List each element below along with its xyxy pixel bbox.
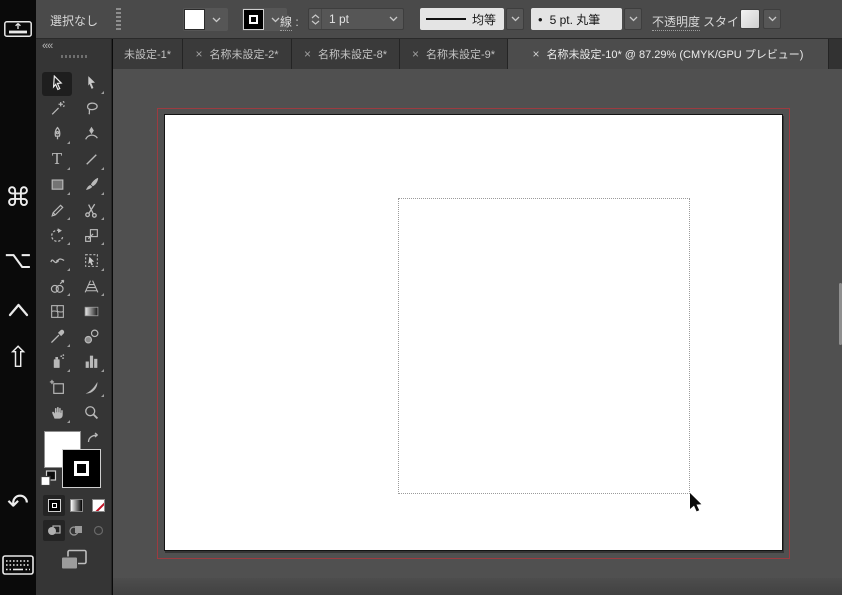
tab-label: 名称未設定-8*: [317, 49, 388, 61]
paint-color-button[interactable]: [43, 495, 65, 516]
tab-untitled-9[interactable]: × 名称未設定-9*: [400, 39, 508, 69]
tab-untitled-10-active[interactable]: × 名称未設定-10* @ 87.29% (CMYK/GPU プレビュー): [508, 39, 829, 69]
screen-mode-button[interactable]: [60, 549, 88, 576]
eject-key-icon[interactable]: [4, 21, 32, 42]
tab-untitled-8[interactable]: × 名称未設定-8*: [292, 39, 400, 69]
style-swatch[interactable]: [740, 9, 760, 29]
tool-lasso[interactable]: [76, 97, 106, 121]
stroke-swatch[interactable]: [243, 9, 264, 30]
tool-type[interactable]: T: [42, 148, 72, 172]
tool-curvature[interactable]: [76, 122, 106, 146]
default-fill-stroke-icon[interactable]: [40, 470, 57, 492]
mouse-cursor-icon: [689, 493, 705, 518]
opacity-link[interactable]: 不透明度: [652, 13, 701, 31]
tool-rotate[interactable]: [42, 223, 72, 247]
tab-label: 名称未設定-9*: [425, 49, 496, 61]
canvas-bottom-edge: [113, 578, 842, 595]
undo-icon[interactable]: ↶: [0, 489, 36, 519]
tool-line-segment[interactable]: [76, 148, 106, 172]
tool-paintbrush[interactable]: [76, 173, 106, 197]
control-icon[interactable]: [7, 302, 30, 323]
tool-width[interactable]: [42, 249, 72, 273]
tool-zoom[interactable]: [76, 401, 106, 425]
tool-slice[interactable]: [76, 375, 106, 399]
close-icon[interactable]: ×: [412, 47, 419, 61]
tab-untitled-1[interactable]: 未設定-1*: [113, 39, 183, 69]
draw-normal-button[interactable]: [43, 520, 65, 541]
tab-label: 名称未設定-10* @ 87.29% (CMYK/GPU プレビュー): [546, 49, 804, 61]
tab-untitled-2[interactable]: × 名称未設定-2*: [183, 39, 292, 69]
control-bar-grip[interactable]: [116, 8, 121, 31]
shift-icon[interactable]: ⇧: [0, 340, 36, 374]
tool-pen[interactable]: [42, 122, 72, 146]
draw-behind-button[interactable]: [65, 520, 87, 541]
canvas[interactable]: [113, 69, 842, 595]
stroke-profile-preview: [426, 18, 466, 20]
keyboard-icon[interactable]: [2, 553, 34, 582]
draw-mode-buttons: [43, 520, 109, 541]
modifier-strip: ⌘ ⌥ ⇧ ↶: [0, 0, 36, 595]
stroke-profile-chevron[interactable]: [506, 8, 524, 30]
stroke-panel-link[interactable]: 線 :: [280, 13, 299, 31]
tool-pencil[interactable]: [42, 198, 72, 222]
tool-gradient[interactable]: [76, 299, 106, 323]
tool-hand[interactable]: [42, 401, 72, 425]
stroke-weight-value[interactable]: 1 pt: [322, 12, 383, 26]
tool-column-graph[interactable]: [76, 350, 106, 374]
tab-label: 名称未設定-2*: [209, 49, 279, 61]
collapse-panel-button[interactable]: ««: [42, 40, 53, 52]
tab-label: 未設定-1*: [123, 49, 172, 61]
style-chevron[interactable]: [763, 9, 781, 29]
paint-mode-buttons: [43, 495, 109, 516]
stroke-profile-dropdown[interactable]: 均等: [420, 8, 504, 30]
brush-dropdown[interactable]: • 5 pt. 丸筆: [531, 8, 622, 30]
tool-selection[interactable]: [42, 71, 72, 96]
illustrator-window: ⌘ ⌥ ⇧ ↶ 選択なし 線 : 1 pt 均等 • 5 pt. 丸筆 不透明度…: [0, 0, 842, 595]
control-bar: 選択なし 線 : 1 pt 均等 • 5 pt. 丸筆 不透明度 スタイル:: [36, 0, 842, 39]
close-icon[interactable]: ×: [304, 47, 311, 61]
tab-bar: 未設定-1* × 名称未設定-2* × 名称未設定-8* × 名称未設定-9* …: [113, 39, 842, 69]
tab-bar-filler: [829, 39, 842, 69]
option-icon[interactable]: ⌥: [0, 246, 36, 274]
paint-gradient-button[interactable]: [65, 495, 87, 516]
tool-symbol-sprayer[interactable]: [42, 350, 72, 374]
tool-grid: T: [40, 71, 108, 425]
tool-blend[interactable]: [76, 325, 106, 349]
close-icon[interactable]: ×: [195, 47, 202, 61]
tool-mesh[interactable]: [42, 299, 72, 323]
tool-free-transform[interactable]: [76, 249, 106, 273]
chevron-down-icon[interactable]: [383, 16, 403, 22]
brush-chevron[interactable]: [624, 8, 642, 30]
tool-direct-selection[interactable]: [76, 72, 106, 96]
tool-perspective-grid[interactable]: [76, 274, 106, 298]
stroke-profile-value: 均等: [472, 12, 497, 27]
stroke-weight-field[interactable]: 1 pt: [308, 8, 404, 30]
tool-panel-grip[interactable]: [61, 55, 87, 58]
command-icon[interactable]: ⌘: [0, 183, 36, 213]
tool-scissors[interactable]: [76, 198, 106, 222]
tool-magic-wand[interactable]: [42, 97, 72, 121]
tool-eyedropper[interactable]: [42, 325, 72, 349]
draw-inside-button[interactable]: [87, 520, 109, 541]
tool-panel: «« T: [36, 39, 112, 595]
document-area: 未設定-1* × 名称未設定-2* × 名称未設定-8* × 名称未設定-9* …: [113, 39, 842, 595]
close-icon[interactable]: ×: [533, 47, 540, 61]
fill-color-dropdown[interactable]: [183, 8, 228, 31]
brush-name: 5 pt. 丸筆: [549, 12, 601, 27]
stepper[interactable]: [309, 9, 322, 29]
selection-marquee: [398, 198, 690, 494]
tool-scale[interactable]: [76, 223, 106, 247]
stroke-color-indicator[interactable]: [62, 449, 101, 488]
brush-dot-icon: •: [538, 11, 543, 27]
fill-swatch[interactable]: [184, 9, 205, 30]
selection-status: 選択なし: [50, 14, 99, 28]
tool-artboard[interactable]: [42, 375, 72, 399]
chevron-down-icon[interactable]: [206, 17, 226, 23]
paint-none-button[interactable]: [87, 495, 109, 516]
tool-shape-builder[interactable]: [42, 274, 72, 298]
tool-rectangle[interactable]: [42, 173, 72, 197]
